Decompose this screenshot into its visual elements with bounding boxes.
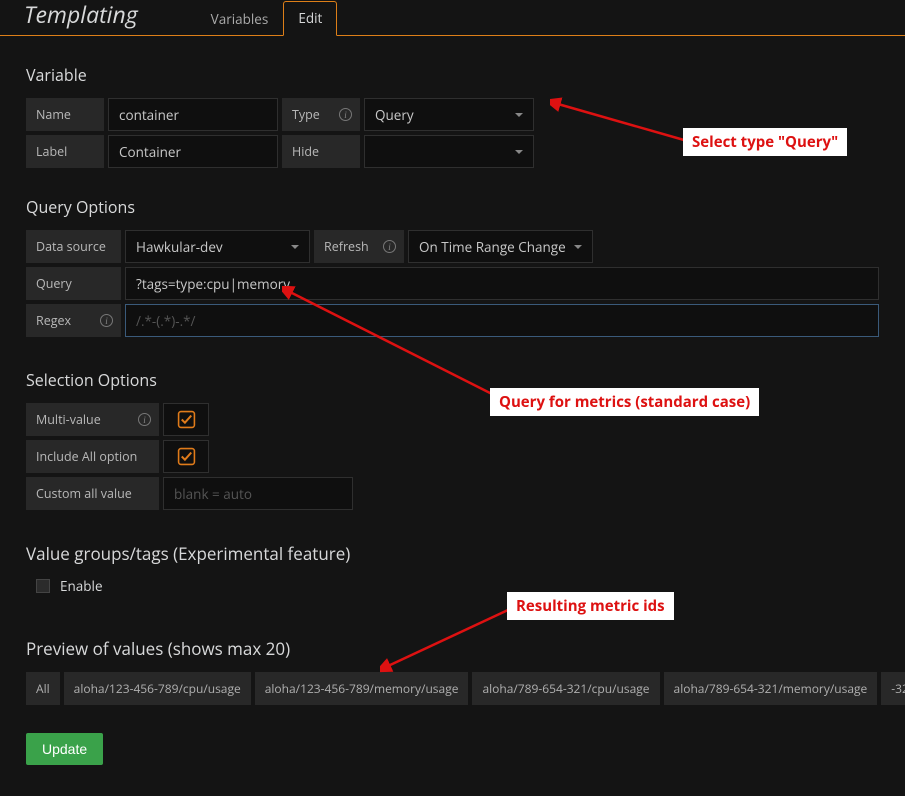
regex-label: Regexi — [26, 304, 121, 337]
multivalue-checkbox[interactable] — [163, 403, 209, 436]
hide-select[interactable] — [364, 135, 534, 168]
query-label: Query — [26, 267, 121, 300]
type-select[interactable]: Query — [364, 98, 534, 131]
tabs: Variables Edit — [196, 0, 338, 35]
preview-pill: -32 — [881, 672, 905, 705]
section-query-heading: Query Options — [26, 196, 879, 218]
check-icon — [177, 410, 196, 429]
page-title: Templating — [24, 0, 138, 35]
query-input[interactable] — [125, 267, 879, 300]
includeall-checkbox[interactable] — [163, 440, 209, 473]
chevron-down-icon — [574, 245, 582, 249]
preview-pill: aloha/123-456-789/memory/usage — [255, 672, 469, 705]
section-tags-heading: Value groups/tags (Experimental feature) — [26, 542, 879, 565]
preview-pill: aloha/789-654-321/memory/usage — [664, 672, 878, 705]
info-icon[interactable]: i — [138, 413, 151, 426]
label-input[interactable] — [108, 135, 278, 168]
includeall-label: Include All option — [26, 440, 159, 473]
chevron-down-icon — [515, 113, 523, 117]
info-icon[interactable]: i — [383, 240, 396, 253]
regex-input[interactable] — [125, 304, 879, 337]
section-variable-heading: Variable — [26, 64, 879, 86]
page-header: Templating Variables Edit — [0, 0, 905, 36]
preview-values: All aloha/123-456-789/cpu/usage aloha/12… — [26, 672, 879, 705]
chevron-down-icon — [515, 150, 523, 154]
info-icon[interactable]: i — [100, 314, 113, 327]
tab-variables[interactable]: Variables — [196, 2, 284, 36]
check-icon — [177, 447, 196, 466]
update-button[interactable]: Update — [26, 733, 103, 765]
datasource-label: Data source — [26, 230, 121, 263]
annotation-1: Select type "Query" — [683, 128, 847, 156]
hide-label: Hide — [282, 135, 360, 168]
name-label: Name — [26, 98, 104, 131]
annotation-2: Query for metrics (standard case) — [490, 388, 759, 416]
datasource-select[interactable]: Hawkular-dev — [125, 230, 310, 263]
multivalue-label: Multi-valuei — [26, 403, 159, 436]
customall-input[interactable] — [163, 477, 353, 510]
annotation-3: Resulting metric ids — [507, 592, 674, 620]
enable-checkbox[interactable] — [36, 579, 50, 593]
preview-pill: aloha/123-456-789/cpu/usage — [64, 672, 251, 705]
info-icon[interactable]: i — [339, 108, 352, 121]
label-label: Label — [26, 135, 104, 168]
type-label: Typei — [282, 98, 360, 131]
preview-pill: aloha/789-654-321/cpu/usage — [472, 672, 659, 705]
customall-label: Custom all value — [26, 477, 159, 510]
tab-edit[interactable]: Edit — [283, 1, 337, 36]
preview-pill: All — [26, 672, 60, 705]
chevron-down-icon — [291, 245, 299, 249]
section-preview-heading: Preview of values (shows max 20) — [26, 637, 879, 660]
name-input[interactable] — [108, 98, 278, 131]
refresh-select[interactable]: On Time Range Change — [408, 230, 593, 263]
enable-label: Enable — [60, 577, 103, 595]
refresh-label: Refreshi — [314, 230, 404, 263]
